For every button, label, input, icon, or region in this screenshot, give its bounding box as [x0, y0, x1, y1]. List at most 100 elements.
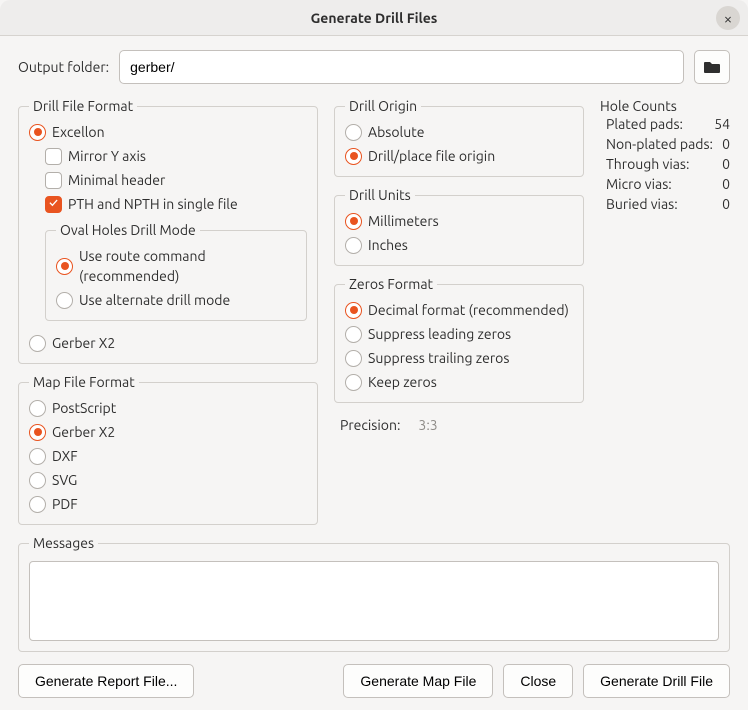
radio-zeros-decimal-label: Decimal format (recommended)	[368, 300, 569, 320]
radio-origin-absolute-label: Absolute	[368, 122, 424, 142]
radio-route-command[interactable]: Use route command (recommended)	[56, 244, 296, 288]
radio-excellon[interactable]: Excellon	[29, 120, 307, 144]
count-label: Through vias:	[606, 156, 689, 172]
radio-map-gerberx2[interactable]: Gerber X2	[29, 420, 307, 444]
drill-units-legend: Drill Units	[345, 187, 415, 203]
radio-alternate-mode-label: Use alternate drill mode	[79, 290, 230, 310]
count-row-plated: Plated pads: 54	[606, 114, 730, 134]
radio-map-postscript-label: PostScript	[52, 398, 116, 418]
radio-map-svg-label: SVG	[52, 470, 77, 490]
messages-textarea[interactable]	[29, 561, 719, 641]
radio-icon	[345, 374, 362, 391]
messages-group: Messages	[18, 535, 730, 652]
radio-map-dxf[interactable]: DXF	[29, 444, 307, 468]
count-label: Plated pads:	[606, 116, 683, 132]
precision-label: Precision:	[340, 417, 400, 433]
dialog-footer: Generate Report File... Generate Map Fil…	[18, 664, 730, 698]
output-folder-input[interactable]	[119, 50, 684, 84]
radio-units-in-label: Inches	[368, 235, 408, 255]
messages-legend: Messages	[29, 535, 98, 551]
titlebar: Generate Drill Files ×	[0, 0, 748, 36]
checkbox-icon	[45, 148, 62, 165]
radio-map-svg[interactable]: SVG	[29, 468, 307, 492]
radio-zeros-sup-leading-label: Suppress leading zeros	[368, 324, 511, 344]
generate-report-button[interactable]: Generate Report File...	[18, 664, 194, 698]
count-row-nonplated: Non-plated pads: 0	[606, 134, 730, 154]
drill-file-format-legend: Drill File Format	[29, 98, 137, 114]
radio-icon	[345, 213, 362, 230]
count-value: 0	[722, 196, 730, 212]
radio-excellon-label: Excellon	[52, 122, 105, 142]
radio-zeros-sup-trailing-label: Suppress trailing zeros	[368, 348, 509, 368]
radio-icon	[345, 237, 362, 254]
radio-icon	[345, 148, 362, 165]
radio-gerber-x2-drill[interactable]: Gerber X2	[29, 331, 307, 355]
checkbox-pth-npth-label: PTH and NPTH in single file	[68, 194, 238, 214]
radio-icon	[29, 496, 46, 513]
generate-drill-button[interactable]: Generate Drill File	[583, 664, 730, 698]
drill-origin-legend: Drill Origin	[345, 98, 421, 114]
count-row-through: Through vias: 0	[606, 154, 730, 174]
radio-units-mm-label: Millimeters	[368, 211, 439, 231]
radio-map-gerberx2-label: Gerber X2	[52, 422, 115, 442]
window-title: Generate Drill Files	[311, 10, 438, 26]
map-file-format-group: Map File Format PostScript Gerber X2 DXF…	[18, 374, 318, 525]
dialog-content: Output folder: Drill File Format Excello…	[0, 36, 748, 710]
count-value: 54	[714, 116, 730, 132]
radio-origin-place-label: Drill/place file origin	[368, 146, 495, 166]
checkbox-mirror-y[interactable]: Mirror Y axis	[45, 144, 307, 168]
radio-zeros-sup-trailing[interactable]: Suppress trailing zeros	[345, 346, 573, 370]
count-label: Non-plated pads:	[606, 136, 713, 152]
radio-units-in[interactable]: Inches	[345, 233, 573, 257]
output-folder-label: Output folder:	[18, 59, 109, 75]
precision-value: 3:3	[418, 417, 437, 433]
zeros-format-group: Zeros Format Decimal format (recommended…	[334, 276, 584, 403]
drill-file-format-group: Drill File Format Excellon Mirror Y axis…	[18, 98, 318, 364]
radio-icon	[29, 472, 46, 489]
radio-gerber-x2-drill-label: Gerber X2	[52, 333, 115, 353]
radio-icon	[345, 302, 362, 319]
browse-folder-button[interactable]	[694, 50, 730, 84]
radio-zeros-decimal[interactable]: Decimal format (recommended)	[345, 298, 573, 322]
count-value: 0	[722, 156, 730, 172]
oval-holes-group: Oval Holes Drill Mode Use route command …	[45, 222, 307, 321]
count-row-micro: Micro vias: 0	[606, 174, 730, 194]
checkbox-minimal-header-label: Minimal header	[68, 170, 165, 190]
radio-icon	[29, 424, 46, 441]
radio-map-pdf[interactable]: PDF	[29, 492, 307, 516]
drill-units-group: Drill Units Millimeters Inches	[334, 187, 584, 266]
hole-counts-group: Hole Counts Plated pads: 54 Non-plated p…	[600, 98, 730, 214]
radio-units-mm[interactable]: Millimeters	[345, 209, 573, 233]
checkbox-minimal-header[interactable]: Minimal header	[45, 168, 307, 192]
radio-origin-absolute[interactable]: Absolute	[345, 120, 573, 144]
generate-map-button[interactable]: Generate Map File	[343, 664, 493, 698]
drill-origin-group: Drill Origin Absolute Drill/place file o…	[334, 98, 584, 177]
radio-icon	[345, 326, 362, 343]
folder-icon	[704, 60, 720, 74]
oval-holes-legend: Oval Holes Drill Mode	[56, 222, 200, 238]
checkbox-mirror-y-label: Mirror Y axis	[68, 146, 146, 166]
hole-counts-legend: Hole Counts	[600, 98, 677, 114]
radio-map-postscript[interactable]: PostScript	[29, 396, 307, 420]
radio-origin-place[interactable]: Drill/place file origin	[345, 144, 573, 168]
checkbox-icon	[45, 196, 62, 213]
precision-row: Precision: 3:3	[334, 413, 584, 437]
radio-icon	[56, 258, 73, 275]
count-value: 0	[722, 136, 730, 152]
radio-icon	[345, 350, 362, 367]
radio-zeros-sup-leading[interactable]: Suppress leading zeros	[345, 322, 573, 346]
map-file-format-legend: Map File Format	[29, 374, 139, 390]
close-icon[interactable]: ×	[716, 6, 740, 30]
radio-map-dxf-label: DXF	[52, 446, 78, 466]
radio-icon	[29, 335, 46, 352]
output-folder-row: Output folder:	[18, 50, 730, 84]
radio-zeros-keep[interactable]: Keep zeros	[345, 370, 573, 394]
checkbox-pth-npth[interactable]: PTH and NPTH in single file	[45, 192, 307, 216]
radio-icon	[29, 124, 46, 141]
radio-zeros-keep-label: Keep zeros	[368, 372, 437, 392]
checkbox-icon	[45, 172, 62, 189]
radio-alternate-mode[interactable]: Use alternate drill mode	[56, 288, 296, 312]
count-row-buried: Buried vias: 0	[606, 194, 730, 214]
radio-icon	[56, 292, 73, 309]
close-button[interactable]: Close	[503, 664, 573, 698]
